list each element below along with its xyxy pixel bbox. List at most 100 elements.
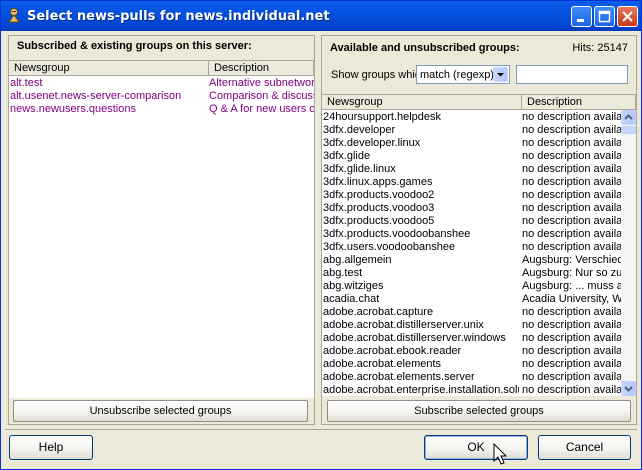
newsgroup-cell: alt.test [10,77,43,89]
table-row[interactable]: 3dfx.products.voodoo3 no description avai… [322,202,621,215]
description-cell: no description available [522,306,621,318]
description-cell: no description available [522,371,621,383]
close-icon [622,11,633,22]
table-row[interactable]: 3dfx.users.voodoobanshee no description a… [322,241,621,254]
newsgroup-cell: 3dfx.developer [323,124,396,136]
match-mode-select[interactable]: match (regexp) [416,65,510,84]
ok-button[interactable]: OK [424,435,528,460]
show-groups-label: Show groups which [331,69,417,81]
table-row[interactable]: abg.allgemein Augsburg: Verschiedenes [322,254,621,267]
table-row[interactable]: 3dfx.developer.linux no description avail… [322,137,621,150]
table-row[interactable]: acadia.chat Acadia University, W [322,293,621,306]
table-row[interactable]: adobe.acrobat.elements no description ava… [322,358,621,371]
scroll-down-button[interactable] [621,381,636,396]
table-row[interactable]: abg.test Augsburg: Nur so zu [322,267,621,280]
newsgroup-cell: 3dfx.products.voodoo3 [323,202,435,214]
dropdown-arrow[interactable] [493,67,508,82]
newsgroup-cell: adobe.acrobat.distillerserver.unix [323,319,484,331]
column-header-description[interactable]: Description [522,95,636,110]
newsgroup-cell: abg.witziges [323,280,384,292]
description-cell: no description available [522,111,621,123]
match-mode-value: match (regexp) [420,69,494,81]
description-cell: no description available [522,228,621,240]
newsgroup-cell: adobe.acrobat.capture [323,306,434,318]
table-row[interactable]: adobe.acrobat.ebook.reader no description… [322,345,621,358]
description-cell: no description available [522,189,621,201]
newsgroup-cell: adobe.acrobat.distillerserver.windows [323,332,506,344]
chevron-down-icon [497,73,504,77]
table-row[interactable]: alt.test Alternative subnetwork [9,77,314,90]
footer-divider [5,429,637,430]
minimize-button[interactable] [571,6,592,27]
newsgroup-cell: 3dfx.products.voodoobanshee [323,228,471,240]
newsgroup-cell: adobe.acrobat.elements.server [323,371,475,383]
subscribed-panel-title: Subscribed & existing groups on this ser… [17,40,252,52]
description-cell: no description available [522,163,621,175]
description-cell: no description available [522,124,621,136]
description-cell: no description available [522,241,621,253]
newsgroup-cell: 3dfx.developer.linux [323,137,421,149]
table-row[interactable]: news.newusers.questions Q & A for new us… [9,103,314,116]
cancel-button[interactable]: Cancel [538,435,631,460]
newsgroup-cell: adobe.acrobat.enterprise.installation.so… [323,384,519,396]
scroll-thumb[interactable] [621,126,636,134]
table-row[interactable]: adobe.acrobat.elements.server no descript… [322,371,621,384]
newsgroup-cell: 3dfx.linux.apps.games [323,176,433,188]
available-groups-list[interactable]: Newsgroup Description 24hoursupport.help… [322,94,636,396]
description-cell: no description available [522,345,621,357]
description-cell: no description available [522,137,621,149]
table-row[interactable]: adobe.acrobat.distillerserver.unix no des… [322,319,621,332]
newsgroup-cell: 3dfx.glide [323,150,371,162]
app-icon [8,8,20,23]
table-row[interactable]: abg.witziges Augsburg: ... muss a [322,280,621,293]
table-row[interactable]: 24hoursupport.helpdesk no description ava… [322,111,621,124]
dialog-window: Select news-pulls for news.individual.ne… [0,0,642,470]
newsgroup-cell: abg.test [323,267,363,279]
minimize-icon [577,19,584,22]
table-row[interactable]: alt.usenet.news-server-comparison Compar… [9,90,314,103]
table-row[interactable]: adobe.acrobat.capture no description avai… [322,306,621,319]
newsgroup-cell: 24hoursupport.helpdesk [323,111,442,123]
scroll-up-button[interactable] [621,110,636,125]
table-row[interactable]: 3dfx.products.voodoo2 no description avai… [322,189,621,202]
title-bar[interactable]: Select news-pulls for news.individual.ne… [1,1,641,31]
description-cell: no description available [522,176,621,188]
subscribed-groups-list[interactable]: Newsgroup Description alt.test Alternati… [9,60,314,398]
table-row[interactable]: 3dfx.glide no description available [322,150,621,163]
description-cell: Augsburg: Verschiedenes [522,254,621,266]
description-cell: no description available [522,384,621,396]
subscribe-button[interactable]: Subscribe selected groups [327,400,631,422]
maximize-button[interactable] [594,6,615,27]
maximize-icon [598,10,611,23]
unsubscribe-button[interactable]: Unsubscribe selected groups [13,400,308,422]
filter-input[interactable] [516,65,628,84]
column-header-newsgroup[interactable]: Newsgroup [9,61,209,76]
window-title: Select news-pulls for news.individual.ne… [27,9,330,24]
description-cell: no description available [522,215,621,227]
description-cell: no description available [522,150,621,162]
close-button[interactable] [617,6,638,27]
newsgroup-cell: 3dfx.users.voodoobanshee [323,241,456,253]
column-header-description[interactable]: Description [209,61,314,76]
table-row[interactable]: adobe.acrobat.distillerserver.windows no … [322,332,621,345]
table-row[interactable]: adobe.acrobat.enterprise.installation.so… [322,384,621,396]
hits-count: Hits: 25147 [572,42,628,54]
mouse-cursor-icon [493,443,508,465]
column-header-newsgroup[interactable]: Newsgroup [322,95,522,110]
help-button[interactable]: Help [9,435,93,460]
newsgroup-cell: abg.allgemein [323,254,392,266]
subscribed-groups-panel: Subscribed & existing groups on this ser… [8,35,315,425]
vertical-scrollbar[interactable] [621,110,636,396]
newsgroup-cell: 3dfx.products.voodoo5 [323,215,435,227]
description-cell: Comparison & discussion [209,90,314,102]
newsgroup-cell: adobe.acrobat.elements [323,358,442,370]
newsgroup-cell: 3dfx.glide.linux [323,163,396,175]
table-row[interactable]: 3dfx.products.voodoo5 no description avai… [322,215,621,228]
table-row[interactable]: 3dfx.glide.linux no description available [322,163,621,176]
description-cell: Augsburg: ... muss a [522,280,621,292]
newsgroup-cell: acadia.chat [323,293,380,305]
description-cell: Alternative subnetwork [209,77,314,89]
table-row[interactable]: 3dfx.linux.apps.games no description avai… [322,176,621,189]
table-row[interactable]: 3dfx.products.voodoobanshee no descriptio… [322,228,621,241]
table-row[interactable]: 3dfx.developer no description available [322,124,621,137]
